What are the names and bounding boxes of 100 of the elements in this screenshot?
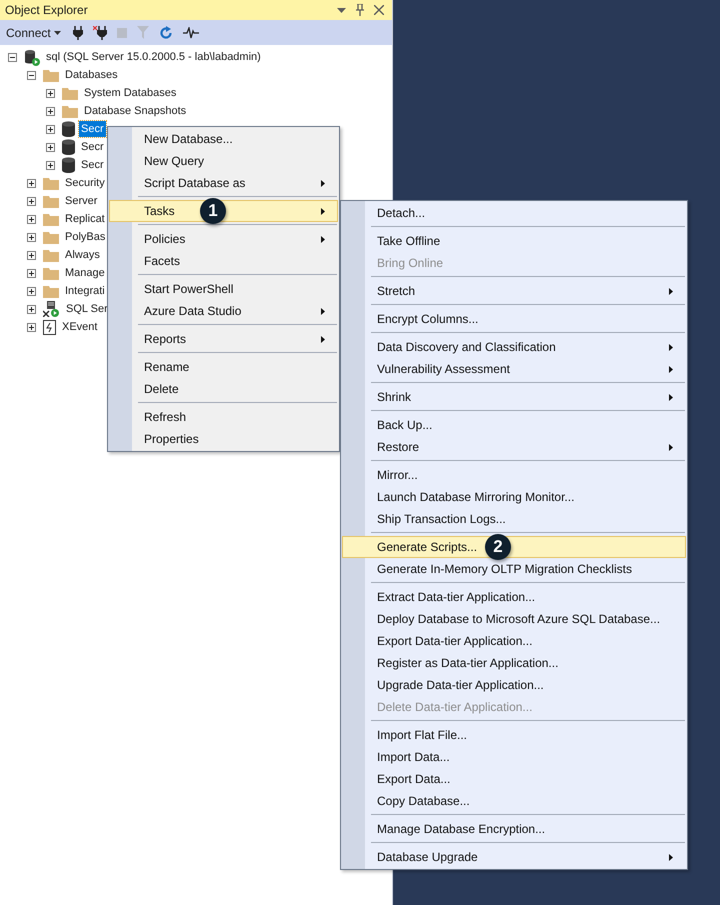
tree-item[interactable]: Secr — [79, 139, 106, 155]
menu-item[interactable]: Manage Database Encryption... — [342, 818, 686, 840]
collapse-icon[interactable] — [8, 52, 17, 62]
tree-item[interactable]: Secr — [79, 121, 106, 137]
caret-icon[interactable] — [54, 30, 61, 34]
tree-item[interactable]: PolyBas — [63, 229, 108, 245]
menu-item[interactable]: Refresh — [109, 406, 338, 428]
database-icon — [62, 139, 75, 155]
submenu-arrow-icon — [321, 308, 325, 314]
activity-monitor-icon[interactable] — [182, 26, 199, 38]
submenu-arrow-icon — [321, 336, 325, 342]
tree-item[interactable]: Secr — [79, 157, 106, 173]
menu-item[interactable]: Upgrade Data-tier Application... — [342, 674, 686, 696]
expand-icon[interactable] — [46, 124, 55, 134]
menu-item[interactable]: Vulnerability Assessment — [342, 358, 686, 380]
folder-icon — [62, 104, 78, 118]
menu-item[interactable]: Copy Database... — [342, 790, 686, 812]
close-icon[interactable] — [374, 5, 384, 15]
menu-item[interactable]: Deploy Database to Microsoft Azure SQL Database... — [342, 608, 686, 630]
menu-item[interactable]: Ship Transaction Logs... — [342, 508, 686, 530]
step-badge: 2 — [485, 534, 511, 560]
expand-icon[interactable] — [46, 106, 55, 116]
connect-button[interactable]: Connect — [6, 26, 61, 40]
menu-item[interactable]: Encrypt Columns... — [342, 308, 686, 330]
disconnect-icon[interactable] — [92, 26, 107, 40]
menu-item[interactable]: Register as Data-tier Application... — [342, 652, 686, 674]
tree-item[interactable]: sql (SQL Server 15.0.2000.5 - lab\labadmin) — [44, 49, 263, 65]
tree-item[interactable]: Integrati — [63, 283, 107, 299]
menu-item[interactable]: Stretch — [342, 280, 686, 302]
tree-item[interactable]: Databases — [63, 67, 120, 83]
menu-item[interactable]: Tasks 1 — [109, 200, 338, 222]
menu-item[interactable]: Take Offline — [342, 230, 686, 252]
menu-item[interactable]: Start PowerShell — [109, 278, 338, 300]
submenu-arrow-icon — [669, 344, 673, 350]
menu-item[interactable]: Export Data... — [342, 768, 686, 790]
event-sessions-icon — [43, 320, 56, 334]
folder-icon — [43, 248, 59, 262]
dropdown-icon[interactable] — [337, 8, 346, 12]
panel-title: Object Explorer — [5, 3, 88, 17]
tree-item[interactable]: Replicat — [63, 211, 107, 227]
menu-item[interactable]: Shrink — [342, 386, 686, 408]
expand-icon[interactable] — [27, 304, 36, 314]
submenu-arrow-icon — [669, 366, 673, 372]
menu-item[interactable]: Import Data... — [342, 746, 686, 768]
folder-icon — [43, 212, 59, 226]
menu-item[interactable]: Extract Data-tier Application... — [342, 586, 686, 608]
menu-item[interactable]: Export Data-tier Application... — [342, 630, 686, 652]
menu-item[interactable]: Azure Data Studio — [109, 300, 338, 322]
plug-icon[interactable] — [72, 26, 83, 40]
expand-icon[interactable] — [27, 250, 36, 260]
tree-item[interactable]: Server — [63, 193, 100, 209]
menu-item[interactable]: Back Up... — [342, 414, 686, 436]
menu-item[interactable]: New Database... — [109, 128, 338, 150]
database-icon — [62, 157, 75, 173]
folder-icon — [43, 68, 59, 82]
tree-item[interactable]: SQL Ser — [64, 301, 110, 317]
collapse-icon[interactable] — [27, 70, 36, 80]
expand-icon[interactable] — [27, 214, 36, 224]
menu-item[interactable]: Generate Scripts... 2 — [342, 536, 686, 558]
menu-item[interactable]: Generate In-Memory OLTP Migration Checklists — [342, 558, 686, 580]
menu-item[interactable]: New Query — [109, 150, 338, 172]
submenu-arrow-icon — [321, 180, 325, 186]
menu-item[interactable]: Rename — [109, 356, 338, 378]
tree-item[interactable]: XEvent — [60, 319, 100, 335]
submenu-arrow-icon — [321, 236, 325, 242]
submenu-arrow-icon — [321, 208, 325, 214]
tree-item[interactable]: Manage — [63, 265, 107, 281]
menu-item[interactable]: Policies — [109, 228, 338, 250]
menu-item[interactable]: Restore — [342, 436, 686, 458]
menu-item[interactable]: Delete — [109, 378, 338, 400]
tree-item[interactable]: Always — [63, 247, 102, 263]
menu-item[interactable]: Import Flat File... — [342, 724, 686, 746]
expand-icon[interactable] — [46, 160, 55, 170]
menu-item[interactable]: Mirror... — [342, 464, 686, 486]
expand-icon[interactable] — [27, 196, 36, 206]
expand-icon[interactable] — [27, 232, 36, 242]
expand-icon[interactable] — [27, 178, 36, 188]
folder-icon — [43, 230, 59, 244]
menu-item[interactable]: Script Database as — [109, 172, 338, 194]
menu-item[interactable]: Reports — [109, 328, 338, 350]
pin-icon[interactable] — [355, 4, 365, 16]
menu-item[interactable]: Properties — [109, 428, 338, 450]
database-icon — [62, 121, 75, 137]
expand-icon[interactable] — [46, 142, 55, 152]
refresh-icon[interactable] — [158, 26, 173, 40]
expand-icon[interactable] — [46, 88, 55, 98]
menu-item[interactable]: Detach... — [342, 202, 686, 224]
submenu-arrow-icon — [669, 288, 673, 294]
menu-item[interactable]: Data Discovery and Classification — [342, 336, 686, 358]
menu-item[interactable]: Database Upgrade — [342, 846, 686, 868]
expand-icon[interactable] — [27, 322, 36, 332]
tree-item[interactable]: Security — [63, 175, 107, 191]
menu-item[interactable]: Launch Database Mirroring Monitor... — [342, 486, 686, 508]
menu-item[interactable]: Facets — [109, 250, 338, 272]
expand-icon[interactable] — [27, 286, 36, 296]
tree-item[interactable]: Database Snapshots — [82, 103, 188, 119]
expand-icon[interactable] — [27, 268, 36, 278]
tree-item[interactable]: System Databases — [82, 85, 178, 101]
submenu-arrow-icon — [669, 854, 673, 860]
folder-icon — [62, 86, 78, 100]
